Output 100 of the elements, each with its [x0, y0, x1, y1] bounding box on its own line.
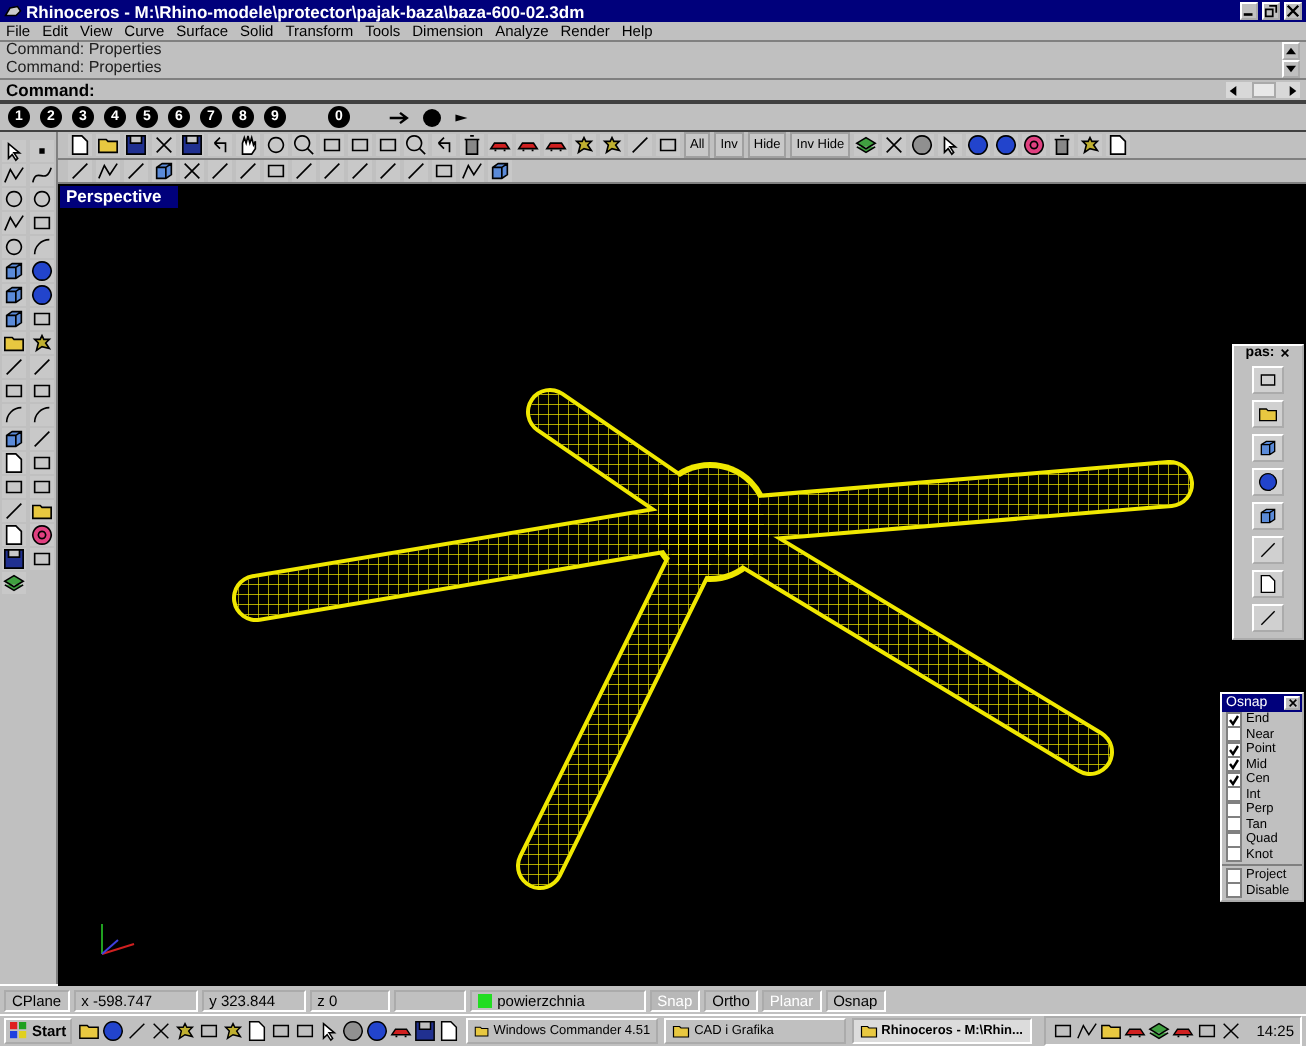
disk-icon[interactable]: [2, 548, 26, 570]
checkbox[interactable]: [1226, 726, 1242, 743]
folder-icon[interactable]: [30, 500, 54, 522]
page-icon[interactable]: [246, 1020, 269, 1042]
arc-icon[interactable]: [30, 404, 54, 426]
polyline-icon[interactable]: [460, 160, 484, 182]
cube-icon[interactable]: [152, 160, 176, 182]
sphere-icon[interactable]: [30, 284, 54, 306]
rectangle-icon[interactable]: [30, 212, 54, 234]
scroll-down-button[interactable]: [1282, 60, 1300, 78]
scroll-up-button[interactable]: [1282, 42, 1300, 60]
rectangle-icon[interactable]: [264, 160, 288, 182]
checkbox[interactable]: [1226, 786, 1242, 803]
polyline-icon[interactable]: [1076, 1020, 1099, 1042]
checkbox[interactable]: [1226, 756, 1242, 773]
checkbox[interactable]: [1226, 846, 1242, 863]
line-icon[interactable]: [628, 134, 652, 156]
page-icon[interactable]: [2, 452, 26, 474]
hand-icon[interactable]: [236, 134, 260, 156]
folder-icon[interactable]: [78, 1020, 101, 1042]
left-arrow-icon[interactable]: [1228, 85, 1238, 95]
rectangle-icon[interactable]: [30, 548, 54, 570]
close-button[interactable]: [1284, 2, 1302, 20]
circle-icon[interactable]: [30, 188, 54, 210]
pointer-icon[interactable]: [2, 140, 26, 162]
curve-icon[interactable]: [30, 164, 54, 186]
line-icon[interactable]: [30, 356, 54, 378]
rectangle-icon[interactable]: [30, 380, 54, 402]
checkbox[interactable]: [1226, 816, 1242, 833]
folder-icon[interactable]: [1252, 400, 1284, 428]
cross-icon[interactable]: [882, 134, 907, 156]
rectangle-icon[interactable]: [30, 452, 54, 474]
cube-icon[interactable]: [2, 284, 26, 306]
polyline-icon[interactable]: [2, 164, 26, 186]
rectangle-icon[interactable]: [2, 380, 26, 402]
horizontal-scrollbar[interactable]: [1226, 82, 1300, 98]
line-icon[interactable]: [208, 160, 232, 182]
page-icon[interactable]: [2, 524, 26, 546]
arc-icon[interactable]: [2, 404, 26, 426]
rectangle-icon[interactable]: [2, 476, 26, 498]
line-icon[interactable]: [236, 160, 260, 182]
line-icon[interactable]: [404, 160, 428, 182]
page-icon[interactable]: [438, 1020, 461, 1042]
line-icon[interactable]: [68, 160, 92, 182]
line-icon[interactable]: [348, 160, 372, 182]
sphere-icon[interactable]: [966, 134, 991, 156]
trash-icon[interactable]: [1050, 134, 1075, 156]
line-icon[interactable]: [126, 1020, 149, 1042]
line-icon[interactable]: [2, 500, 26, 522]
disk-icon[interactable]: [124, 134, 148, 156]
line-icon[interactable]: [376, 160, 400, 182]
sphere-icon[interactable]: [30, 260, 54, 282]
rectangle-icon[interactable]: [30, 476, 54, 498]
polyline-icon[interactable]: [2, 212, 26, 234]
cross-icon[interactable]: [152, 134, 176, 156]
layers-icon[interactable]: [2, 572, 26, 594]
line-icon[interactable]: [320, 160, 344, 182]
viewport-title[interactable]: Perspective: [60, 186, 178, 208]
restore-button[interactable]: [1262, 2, 1280, 20]
cross-icon[interactable]: [180, 160, 204, 182]
line-icon[interactable]: [2, 356, 26, 378]
rectangle-icon[interactable]: [1196, 1020, 1219, 1042]
rectangle-icon[interactable]: [294, 1020, 317, 1042]
ball-icon[interactable]: [910, 134, 935, 156]
right-arrow-icon[interactable]: [388, 109, 412, 125]
close-button[interactable]: [1284, 696, 1300, 710]
cube-icon[interactable]: [2, 308, 26, 330]
minimize-button[interactable]: [1240, 2, 1258, 20]
rectangle-icon[interactable]: [656, 134, 680, 156]
pointer-icon[interactable]: [318, 1020, 341, 1042]
magnifier-icon[interactable]: [404, 134, 428, 156]
layers-icon[interactable]: [854, 134, 879, 156]
layers-icon[interactable]: [1148, 1020, 1171, 1042]
sphere-icon[interactable]: [994, 134, 1019, 156]
rectangle-icon[interactable]: [1252, 366, 1284, 394]
checkbox[interactable]: [1226, 867, 1242, 884]
rectangle-icon[interactable]: [320, 134, 344, 156]
rectangle-icon[interactable]: [1052, 1020, 1075, 1042]
line-icon[interactable]: [124, 160, 148, 182]
undo-icon[interactable]: [208, 134, 232, 156]
rectangle-icon[interactable]: [376, 134, 400, 156]
cube-icon[interactable]: [488, 160, 512, 182]
line-icon[interactable]: [292, 160, 316, 182]
disk-icon[interactable]: [180, 134, 204, 156]
trash-icon[interactable]: [460, 134, 484, 156]
undo-icon[interactable]: [432, 134, 456, 156]
folder-icon[interactable]: [1100, 1020, 1123, 1042]
arc-icon[interactable]: [30, 236, 54, 258]
rectangle-icon[interactable]: [270, 1020, 293, 1042]
cube-icon[interactable]: [2, 260, 26, 282]
dot-icon[interactable]: [422, 107, 442, 127]
circle-icon[interactable]: [2, 188, 26, 210]
line-icon[interactable]: [30, 428, 54, 450]
close-icon[interactable]: [1280, 348, 1291, 358]
rectangle-icon[interactable]: [432, 160, 456, 182]
page-icon[interactable]: [1106, 134, 1131, 156]
rectangle-icon[interactable]: [30, 308, 54, 330]
folder-icon[interactable]: [2, 332, 26, 354]
cross-icon[interactable]: [1220, 1020, 1243, 1042]
circle-icon[interactable]: [2, 236, 26, 258]
